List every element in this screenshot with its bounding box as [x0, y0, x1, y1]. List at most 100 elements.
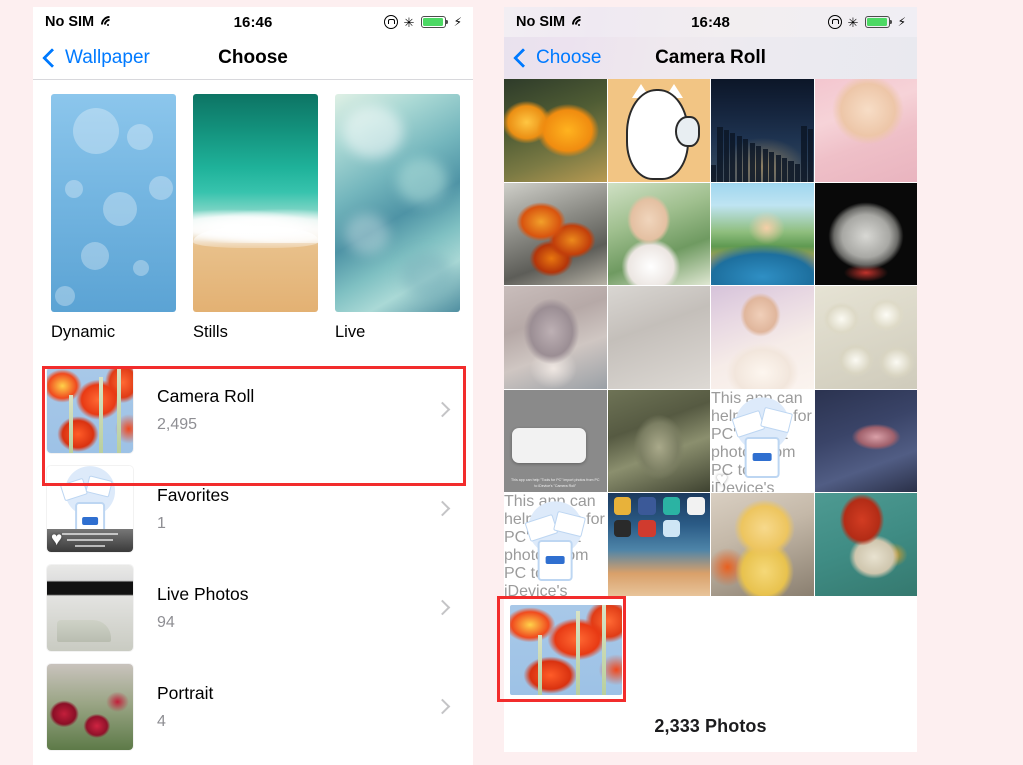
a-rooster-artwork: [814, 493, 917, 596]
album-count: 94: [157, 613, 175, 631]
carrier-label: No SIM: [516, 14, 566, 30]
status-bar-left: No SIM: [45, 12, 122, 37]
charging-bolt-icon: ⚡: [453, 15, 462, 29]
a-bunny-artwork: [504, 286, 607, 389]
a-cat-draw-artwork: [607, 79, 710, 182]
album-row-live-photos[interactable]: Live Photos 94: [33, 558, 473, 657]
a-dialog-artwork: This app can help "Tools for PC" import …: [504, 389, 607, 492]
bluetooth-icon: ✳: [403, 14, 415, 30]
status-bar-left: No SIM: [516, 12, 593, 37]
album-text: Portrait 4: [157, 683, 437, 731]
wallpaper-categories-section: Dynamic Stills Live: [33, 80, 473, 342]
photo-rooster-figure[interactable]: [814, 493, 917, 596]
selected-wallpaper-thumbnail[interactable]: [510, 604, 622, 695]
album-count: 1: [157, 514, 166, 532]
album-text: Live Photos 94: [157, 584, 437, 632]
photo-glass-slipper[interactable]: [814, 389, 917, 492]
back-button-choose[interactable]: Choose: [513, 47, 602, 69]
wifi-icon: [97, 12, 122, 37]
wallpaper-category-dynamic[interactable]: Dynamic: [51, 94, 176, 342]
roses-thumbnail: [47, 663, 133, 750]
chevron-left-icon: [42, 48, 62, 68]
chevron-right-icon: [434, 401, 451, 418]
a-goldfish-artwork: [504, 79, 607, 182]
battery-icon: [864, 16, 892, 28]
a-greycat-artwork: [814, 182, 917, 285]
photo-fried-food[interactable]: [504, 182, 607, 285]
bluetooth-icon: ✳: [847, 14, 859, 30]
photo-bride-garden[interactable]: [607, 182, 710, 285]
photo-grey-cat[interactable]: [814, 182, 917, 285]
a-bride-artwork: [607, 182, 710, 285]
beach-wave-thumbnail: [193, 94, 318, 312]
right-status-bar: No SIM 16:48 ✳ ⚡: [504, 7, 917, 37]
pictools-thumbnail: ♥: [47, 465, 133, 552]
photo-grid: This app can help "Tools for PC" import …: [504, 79, 917, 596]
photo-goldfish[interactable]: [504, 79, 607, 182]
photo-toddler[interactable]: [814, 79, 917, 182]
a-pictools-grid-artwork: This app can help "Tools for PC" import …: [504, 493, 607, 596]
chevron-right-icon: [434, 698, 451, 715]
photo-cartoon-cat[interactable]: [607, 79, 710, 182]
album-name: Camera Roll: [157, 385, 255, 406]
album-row-favorites[interactable]: ♥ Favorites 1: [33, 459, 473, 558]
back-button-wallpaper[interactable]: Wallpaper: [42, 47, 150, 69]
screenshot-permission-dialog[interactable]: This app can help "Tools for PC" import …: [504, 389, 607, 492]
photo-city-night[interactable]: [711, 79, 814, 182]
wallpaper-category-row: Dynamic Stills Live: [51, 94, 460, 342]
photo-yellow-toy[interactable]: [711, 493, 814, 596]
bottom-thumbnail-wrap: [504, 601, 917, 695]
album-count: 4: [157, 712, 166, 730]
photo-white-roses[interactable]: [814, 286, 917, 389]
wallpaper-category-stills[interactable]: Stills: [193, 94, 318, 342]
screenshot-home-screen[interactable]: [607, 493, 710, 596]
wallpaper-category-label: Dynamic: [51, 323, 116, 341]
live-clouds-thumbnail: [335, 94, 460, 312]
right-phone-screen: No SIM 16:48 ✳ ⚡ Choose Camera Roll This…: [504, 7, 917, 752]
printer-thumbnail: [47, 564, 133, 651]
a-luca-artwork: [711, 182, 814, 285]
album-text: Camera Roll 2,495: [157, 386, 437, 434]
back-button-label: Wallpaper: [65, 47, 150, 68]
left-status-bar: No SIM 16:46 ✳ ⚡: [33, 7, 473, 37]
favorite-heart-icon: ♥: [716, 469, 728, 491]
chevron-right-icon: [434, 500, 451, 517]
carrier-label: No SIM: [45, 14, 95, 30]
a-heel-artwork: [814, 389, 917, 492]
photo-blue-iphone[interactable]: [607, 286, 710, 389]
a-homescreen-artwork: [607, 493, 710, 596]
left-phone-screen: No SIM 16:46 ✳ ⚡ Wallpaper Choose Dynami…: [33, 7, 473, 765]
photo-animated-movie[interactable]: [711, 182, 814, 285]
album-name: Favorites: [157, 484, 229, 505]
album-list: Camera Roll 2,495 ♥ Favorites 1 Live Pho…: [33, 360, 473, 756]
a-baby-artwork: [814, 79, 917, 182]
photo-count-label: 2,333 Photos: [654, 715, 767, 736]
photo-bride-veil[interactable]: [711, 286, 814, 389]
a-city-artwork: [711, 79, 814, 182]
photo-pictools-graphic[interactable]: This app can help "Tools for PC" import …: [711, 389, 814, 492]
charging-bolt-icon: ⚡: [897, 15, 906, 29]
rotation-lock-icon: [383, 15, 398, 29]
photo-stone-statue[interactable]: [607, 389, 710, 492]
wifi-icon: [568, 12, 593, 37]
status-bar-right: ✳ ⚡: [827, 14, 906, 30]
album-row-portrait[interactable]: Portrait 4: [33, 657, 473, 756]
chevron-right-icon: [434, 599, 451, 616]
favorite-heart-icon: ♥: [51, 528, 63, 550]
wallpaper-category-live[interactable]: Live: [335, 94, 460, 342]
album-text: Favorites 1: [157, 485, 437, 533]
album-count: 2,495: [157, 415, 198, 433]
a-food-artwork: [504, 182, 607, 285]
right-nav-bar: Choose Camera Roll: [504, 37, 917, 79]
battery-icon: [420, 16, 448, 28]
photo-pictools-graphic-2[interactable]: This app can help "Tools for PC" import …: [504, 493, 607, 596]
photo-plush-bunny[interactable]: [504, 286, 607, 389]
dynamic-bokeh-thumbnail: [51, 94, 176, 312]
album-row-camera-roll[interactable]: Camera Roll 2,495: [33, 360, 473, 459]
chevron-left-icon: [513, 48, 533, 68]
a-veil-artwork: [711, 286, 814, 389]
a-statue-artwork: [607, 389, 710, 492]
wallpaper-category-label: Stills: [193, 323, 228, 341]
status-bar-right: ✳ ⚡: [383, 14, 462, 30]
grid-footer: 2,333 Photos: [504, 595, 917, 737]
